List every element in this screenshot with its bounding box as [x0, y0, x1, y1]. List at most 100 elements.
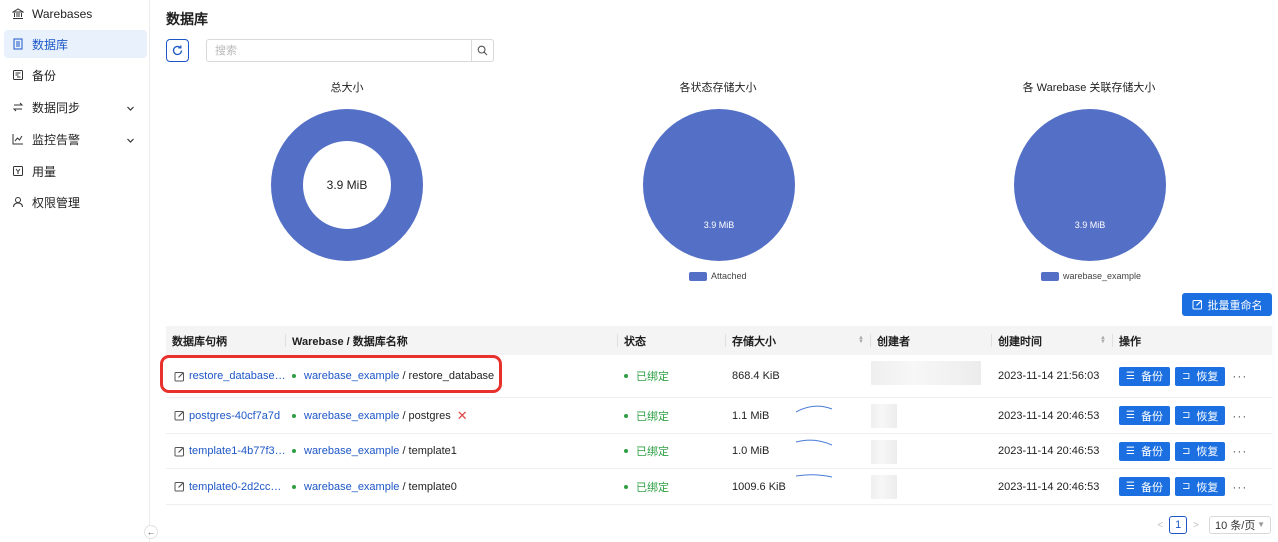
chart-title-warebase: 各 Warebase 关联存储大小: [1022, 82, 1156, 94]
search-box: [206, 39, 494, 62]
backup-label: 备份: [1140, 481, 1163, 494]
pie-slice[interactable]: [643, 109, 795, 261]
size-value: 1.0 MiB: [732, 445, 770, 457]
database-name: / template1: [399, 445, 457, 457]
page-size-label: 10 条/页: [1215, 520, 1256, 532]
cell-status: 已绑定: [618, 434, 724, 468]
page-button-current[interactable]: 1: [1169, 516, 1188, 534]
handle-link[interactable]: template1-4b77f3…: [174, 445, 286, 457]
cell-status: 已绑定: [618, 469, 724, 504]
main-content: 数据库 总大小 3.9 MiB 各状态存储大小 3.9 MiB Attached…: [151, 0, 1278, 542]
column-header-created[interactable]: 创建时间 ▲ ▼: [992, 326, 1112, 355]
pie-slice[interactable]: [1014, 109, 1166, 261]
restore-label: 恢复: [1196, 410, 1219, 423]
sidebar-item-data-sync[interactable]: 数据同步: [4, 93, 147, 121]
sidebar-item-label: Warebases: [32, 7, 93, 21]
status-badge: 已绑定: [636, 481, 669, 494]
restore-icon: ⊐: [1181, 410, 1191, 421]
refresh-button[interactable]: [166, 39, 189, 62]
column-header-created-label: 创建时间: [998, 335, 1042, 348]
backup-button[interactable]: ☰ 备份: [1119, 366, 1170, 386]
sidebar-item-usage[interactable]: 用量: [4, 157, 147, 185]
backup-button[interactable]: ☰ 备份: [1119, 441, 1170, 461]
donut-center-label: 3.9 MiB: [327, 178, 368, 192]
restore-button[interactable]: ⊐ 恢复: [1174, 366, 1226, 386]
restore-button[interactable]: ⊐ 恢复: [1174, 441, 1226, 461]
pie-data-label: 3.9 MiB: [1075, 220, 1106, 230]
prev-page-icon[interactable]: <: [1157, 520, 1163, 531]
sidebar-item-label: 监控告警: [32, 132, 81, 147]
pie-chart-warebase: 3.9 MiB: [1014, 109, 1166, 261]
backup-label: 备份: [1140, 410, 1163, 423]
backup-button[interactable]: ☰ 备份: [1119, 406, 1170, 425]
chart-title-status: 各状态存储大小: [679, 82, 757, 94]
page-size-select[interactable]: 10 条/页 ▼: [1209, 516, 1271, 534]
warebase-link[interactable]: warebase_example: [304, 410, 399, 422]
cell-actions: ☰ 备份 ⊐ 恢复 ···: [1113, 434, 1273, 468]
column-header-actions: 操作: [1119, 335, 1141, 348]
cell-actions: ☰ 备份 ⊐ 恢复 ···: [1113, 469, 1273, 504]
sidebar-item-monitoring[interactable]: 监控告警: [4, 125, 147, 153]
size-trend-line: [796, 439, 833, 446]
edit-icon: [174, 482, 184, 492]
backup-label: 备份: [1140, 446, 1163, 458]
status-dot: [624, 374, 628, 378]
line-chart-icon: [12, 133, 24, 145]
handle-link[interactable]: postgres-40cf7a7d: [174, 410, 280, 422]
sidebar-item-backup[interactable]: 备份: [4, 61, 147, 89]
sort-icon: ▲ ▼: [1100, 335, 1106, 345]
cell-handle: template0-2d2cc…: [168, 469, 286, 504]
page-title: 数据库: [166, 11, 208, 27]
restore-label: 恢复: [1196, 371, 1219, 383]
user-icon: [12, 196, 24, 208]
pie-data-label: 3.9 MiB: [704, 220, 735, 230]
created-time: 2023-11-14 21:56:03: [998, 370, 1100, 382]
more-actions-button[interactable]: ···: [1232, 480, 1247, 494]
column-header-creator: 创建者: [877, 335, 910, 348]
search-input[interactable]: [207, 40, 472, 61]
status-dot: [624, 449, 628, 453]
sidebar-item-label: 数据同步: [32, 100, 81, 115]
more-actions-button[interactable]: ···: [1232, 369, 1247, 383]
warebase-link[interactable]: warebase_example: [304, 481, 399, 493]
more-actions-button[interactable]: ···: [1232, 409, 1247, 423]
created-time: 2023-11-14 20:46:53: [998, 480, 1100, 493]
search-button[interactable]: [471, 40, 493, 61]
backup-icon: ☰: [1126, 481, 1135, 492]
cell-actions: ☰ 备份 ⊐ 恢复 ···: [1113, 355, 1273, 397]
sidebar-item-permissions[interactable]: 权限管理: [4, 188, 147, 216]
warebase-link[interactable]: warebase_example: [304, 445, 399, 457]
cell-handle: postgres-40cf7a7d: [168, 398, 286, 433]
restore-label: 恢复: [1196, 446, 1219, 458]
creator-avatar-blurred: [871, 440, 897, 464]
restore-button[interactable]: ⊐ 恢复: [1174, 477, 1226, 496]
sidebar-item-label: 权限管理: [32, 195, 81, 210]
size-trend-line: [796, 474, 833, 478]
backup-icon: ☰: [1126, 370, 1135, 382]
sidebar-item-label: 用量: [32, 164, 57, 179]
column-header-size[interactable]: 存储大小 ▲ ▼: [726, 326, 870, 355]
sidebar-item-database[interactable]: 数据库: [4, 30, 147, 58]
sidebar-item-warebases[interactable]: Warebases: [4, 0, 147, 28]
close-icon[interactable]: ✕: [457, 408, 468, 424]
handle-link[interactable]: template0-2d2cc…: [174, 481, 281, 493]
backup-button[interactable]: ☰ 备份: [1119, 477, 1170, 496]
next-page-icon[interactable]: >: [1193, 520, 1199, 531]
status-badge: 已绑定: [636, 410, 669, 423]
sidebar-item-label: 备份: [32, 68, 57, 83]
chevron-down-icon: [126, 134, 135, 148]
cell-status: 已绑定: [618, 355, 724, 397]
batch-rename-button[interactable]: 批量重命名: [1182, 293, 1272, 316]
backup-icon: ☰: [1126, 410, 1135, 421]
more-actions-button[interactable]: ···: [1232, 444, 1247, 458]
database-name: / postgres: [399, 409, 451, 422]
chart-legend-warebase: warebase_example: [1041, 271, 1141, 281]
handle-text: postgres-40cf7a7d: [189, 409, 281, 422]
restore-label: 恢复: [1196, 481, 1219, 494]
cell-name: warebase_example / template0: [286, 469, 616, 504]
donut-chart-total: 3.9 MiB: [271, 109, 423, 261]
creator-avatar-blurred: [871, 361, 981, 385]
backup-icon: [12, 69, 24, 81]
restore-button[interactable]: ⊐ 恢复: [1174, 406, 1226, 425]
cell-created: 2023-11-14 20:46:53: [992, 434, 1112, 468]
